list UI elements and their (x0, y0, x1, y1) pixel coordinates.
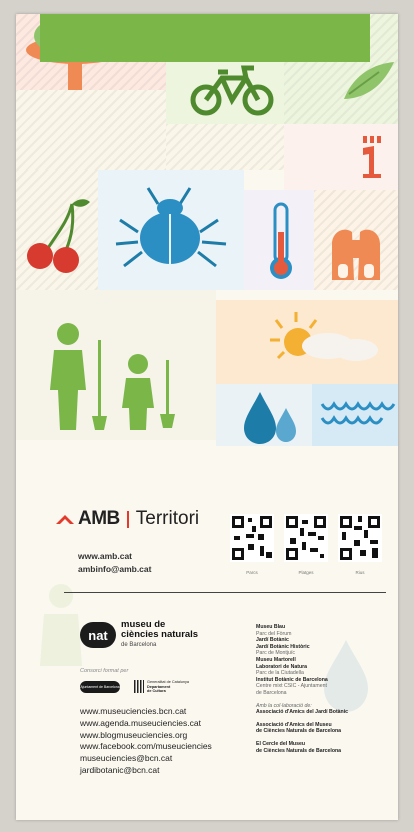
venue-jardi: Jardí Botànic (256, 637, 289, 644)
amb-email-link[interactable]: ambinfo@amb.cat (78, 563, 151, 576)
tile-water-drops (216, 384, 312, 446)
museu-logo: nat museu de ciències naturals de Barcel… (80, 620, 198, 650)
qr-code-rius-icon[interactable] (338, 514, 382, 562)
green-banner (40, 14, 370, 62)
venue-institut: Institut Botànic de Barcelona (256, 676, 328, 683)
museu-name-line2: ciències naturals (121, 629, 199, 640)
collab-label: Amb la col·laboració de: (256, 702, 312, 709)
tile-corner (16, 90, 166, 170)
venue-martorell: Museu Martorell (256, 656, 296, 663)
tile-plain (166, 124, 284, 170)
generalitat-logo: Generalitat de Catalunya Departament de … (134, 680, 189, 694)
water-drop-icon (244, 392, 296, 444)
thermometer-icon (270, 202, 292, 279)
venue-jardi-place: Parc de Montjuïc (256, 650, 295, 657)
qr-label-rius: Rius (355, 570, 365, 575)
venue-institut-note2: de Barcelona (256, 689, 287, 696)
venue-jardi-historic: Jardí Botànic Històric (256, 643, 310, 650)
tile-binoculars (314, 190, 398, 290)
link-museuciencies[interactable]: www.museuciencies.bcn.cat (80, 706, 212, 718)
amb-name: AMB (78, 508, 120, 529)
nat-badge: nat (80, 622, 116, 648)
amb-logo: AMB Territori (56, 508, 199, 530)
sun-cloud-icon (270, 312, 378, 361)
amb-separator (126, 510, 129, 528)
generalitat-text: Generalitat de Catalunya Departament de … (147, 680, 189, 694)
amb-web-link[interactable]: www.amb.cat (78, 550, 151, 563)
tile-sun-cloud (216, 300, 398, 384)
cercle-line2: de Ciències Naturals de Barcelona (256, 747, 342, 754)
tile-traffic-sign (284, 124, 398, 190)
link-agenda[interactable]: www.agenda.museuciencies.cat (80, 718, 212, 730)
venue-institut-note1: Centre mixt CSIC - Ajuntament (256, 683, 327, 690)
consorci-label: Consorci format per (80, 668, 129, 674)
venue-laboratori: Laboratori de Natura (256, 663, 308, 670)
generalitat-line1: Generalitat de Catalunya (147, 680, 190, 684)
divider (64, 592, 386, 593)
email-jardibotanic[interactable]: jardibotanic@bcn.cat (80, 765, 212, 777)
qr-label-parcs: Parcs (246, 570, 258, 575)
qr-label-platges: Platges (298, 570, 314, 575)
waves-icon (320, 401, 396, 425)
cercle-line1: El Cercle del Museu (256, 740, 306, 747)
amics-museu-line2: de Ciències Naturals de Barcelona (256, 728, 342, 735)
venue-museu-blau: Museu Blau (256, 624, 286, 630)
tile-waves (312, 384, 398, 446)
museu-links: www.museuciencies.bcn.cat www.agenda.mus… (80, 706, 212, 777)
qr-code-platges-icon[interactable] (284, 514, 328, 562)
link-blog[interactable]: www.blogmuseuciencies.org (80, 730, 212, 742)
email-museuciencies[interactable]: museuciencies@bcn.cat (80, 753, 212, 765)
beetle-icon (115, 187, 227, 268)
ajuntament-logo: Ajuntament de Barcelona (80, 681, 120, 693)
venues-list: Museu Blau Parc del Fòrum Jardí Botànic … (256, 624, 386, 754)
brochure-back-cover: AMB Territori www.amb.cat ambinfo@amb.ca… (16, 14, 398, 820)
link-facebook[interactable]: www.facebook.com/museuciencies (80, 741, 212, 753)
binoculars-icon (332, 229, 380, 280)
amics-museu-line1: Associació d'Amics del Museu (256, 721, 332, 728)
generalitat-line3: de Cultura (147, 689, 166, 693)
amb-territori: Territori (135, 508, 200, 529)
venue-museu-blau-place: Parc del Fòrum (256, 630, 292, 637)
tile-cherries (16, 170, 98, 290)
gardeners-icon (50, 323, 175, 430)
generalitat-mark-icon (134, 680, 144, 694)
tile-gardeners (16, 290, 216, 440)
amics-jardi: Associació d'Amics del Jardí Botànic (256, 709, 349, 716)
cherries-icon (27, 199, 90, 273)
amb-chevron-icon (56, 515, 74, 524)
tile-beetle (98, 170, 244, 290)
tile-thermometer (244, 190, 314, 290)
venue-laboratori-place: Parc de la Ciutadella (256, 670, 304, 677)
amb-contact: www.amb.cat ambinfo@amb.cat (78, 550, 151, 576)
traffic-sign-icon (363, 136, 381, 178)
qr-code-parcs-icon[interactable] (230, 514, 274, 562)
museu-name: museu de ciències naturals de Barcelona (121, 620, 198, 650)
museu-name-line3: de Barcelona (121, 642, 157, 648)
